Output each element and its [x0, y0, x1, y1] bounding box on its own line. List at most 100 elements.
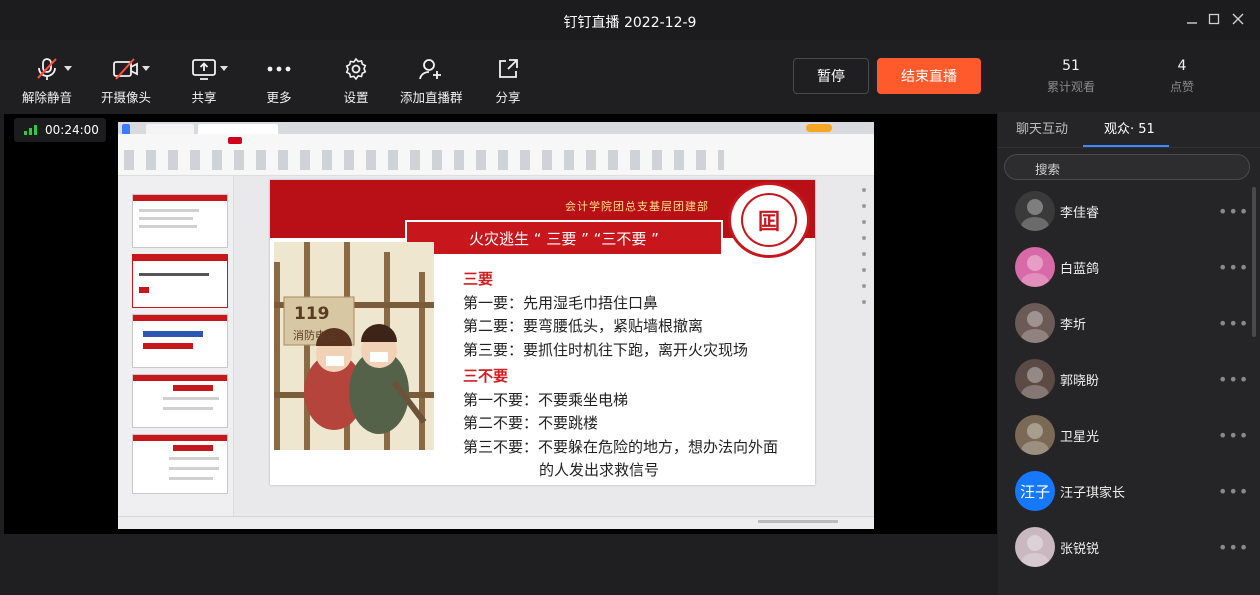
viewer-more-icon[interactable]: ••• [1218, 370, 1249, 389]
share-screen-label: 共享 [191, 90, 217, 105]
active-tab-indicator [1083, 145, 1169, 147]
total-views-label: 累计观看 [1046, 80, 1095, 94]
side-panel: 聊天互动 观众· 51 搜索 李佳睿 ••• 白蓝鸽 ••• 李圻 ••• 郭晓盼 ••• 卫星… [998, 112, 1260, 595]
unmute-label: 解除静音 [22, 90, 73, 105]
live-timer-value: 00:24:00 [45, 123, 99, 137]
slide-banner: 火灾逃生 “ 三要 ” “三不要 ” [405, 220, 723, 256]
end-live-button[interactable]: 结束直播 [877, 58, 981, 94]
more-label: 更多 [266, 90, 292, 105]
section-three-donts: 三不要 [463, 367, 509, 385]
slide-thumbnails [118, 176, 234, 516]
add-live-group-label: 添加直播群 [400, 90, 463, 105]
wps-zoom-slider [758, 520, 838, 523]
likes-stat: 4 点赞 [1127, 58, 1237, 95]
viewer-more-icon[interactable]: ••• [1218, 426, 1249, 445]
share-options-chevron-icon[interactable] [220, 66, 228, 71]
live-timer: 00:24:00 [14, 118, 106, 142]
camera-off-icon [112, 56, 140, 82]
wps-home-tab [122, 124, 130, 134]
pause-button[interactable]: 暂停 [793, 58, 869, 94]
viewer-more-icon[interactable]: ••• [1218, 482, 1249, 501]
slide-org-title: 会计学院团总支基层团建部 [565, 200, 709, 213]
viewer-name: 郭晓盼 [1060, 373, 1100, 389]
current-slide: 会计学院团总支基层团建部 火灾逃生 “ 三要 ” “三不要 ” 囸 119 消防… [270, 180, 815, 485]
mic-options-chevron-icon[interactable] [64, 66, 72, 71]
more-dots-icon [265, 56, 293, 82]
panel-tabs: 聊天互动 观众· 51 [998, 112, 1260, 148]
screen-share-icon [190, 56, 218, 82]
share-link-button[interactable]: 分享 [494, 56, 522, 106]
mic-muted-icon [33, 56, 61, 82]
dont-item-2: 第二不要：不要跳楼 [463, 414, 599, 432]
total-views-stat: 51 累计观看 [1016, 58, 1126, 95]
viewer-row[interactable]: 白蓝鸽 ••• [998, 239, 1260, 295]
fire-escape-illustration [274, 242, 434, 450]
dingtalk-live-window: 钉钉直播 2022-12-9 解除静音 开摄像头 共享 更多 设置 添加直播群 … [0, 0, 1260, 595]
camera-options-chevron-icon[interactable] [142, 66, 150, 71]
wps-start-tab [228, 137, 242, 144]
more-button[interactable]: 更多 [265, 56, 293, 106]
audience-search-input[interactable]: 搜索 [1004, 154, 1250, 180]
wps-ppt-tab [198, 124, 278, 134]
thumb-24 [132, 374, 228, 428]
avatar [1015, 247, 1055, 287]
signal-strength-icon [24, 125, 37, 135]
share-screen-button[interactable]: 共享 [190, 56, 218, 106]
settings-label: 设置 [343, 90, 369, 105]
avatar: 汪子 [1015, 471, 1055, 511]
wps-ribbon-icons [124, 150, 724, 170]
viewer-name: 汪子琪家长 [1060, 485, 1126, 501]
dont-item-3-continued: 的人发出求救信号 [539, 461, 660, 479]
viewer-row[interactable]: 汪子 汪子琪家长 ••• [998, 463, 1260, 519]
tab-chat[interactable]: 聊天互动 [1016, 118, 1068, 137]
viewer-row[interactable]: 李圻 ••• [998, 295, 1260, 351]
add-live-group-button[interactable]: 添加直播群 [400, 56, 463, 106]
phone-label: 消防电话 [293, 329, 337, 342]
gear-icon [342, 56, 370, 82]
viewer-row[interactable]: 郭晓盼 ••• [998, 351, 1260, 407]
viewer-name: 李圻 [1060, 317, 1087, 333]
do-item-1: 第一要：先用湿毛巾捂住口鼻 [463, 293, 659, 312]
avatar [1015, 303, 1055, 343]
seal-glyph: 囸 [741, 193, 797, 247]
viewer-name: 张锐锐 [1060, 541, 1100, 557]
dont-item-1: 第一不要：不要乘坐电梯 [463, 390, 629, 409]
add-group-icon [417, 56, 445, 82]
wps-login-badge [806, 124, 832, 132]
viewer-more-icon[interactable]: ••• [1218, 538, 1249, 557]
maximize-icon[interactable] [1203, 8, 1225, 30]
viewer-name: 卫星光 [1060, 429, 1100, 445]
viewer-row[interactable]: 卫星光 ••• [998, 407, 1260, 463]
external-share-icon [494, 56, 522, 82]
section-three-dos: 三要 [463, 270, 494, 288]
viewer-more-icon[interactable]: ••• [1218, 202, 1249, 221]
viewer-more-icon[interactable]: ••• [1218, 258, 1249, 277]
avatar [1015, 359, 1055, 399]
viewer-list-scrollbar[interactable] [1252, 187, 1256, 337]
window-title: 钉钉直播 2022-12-9 [563, 15, 697, 31]
total-views-count: 51 [1062, 58, 1080, 74]
close-icon[interactable] [1227, 8, 1249, 30]
viewer-row[interactable]: 张锐锐 ••• [998, 519, 1260, 575]
wps-side-tools [858, 182, 870, 342]
minimize-icon[interactable] [1181, 8, 1203, 30]
do-item-3: 第三要：要抓住时机往下跑，离开火灾现场 [463, 340, 749, 359]
camera-button[interactable]: 开摄像头 [101, 56, 151, 106]
avatar [1015, 527, 1055, 567]
likes-label: 点赞 [1169, 80, 1194, 94]
wps-tab-bar [118, 122, 874, 134]
wps-ribbon [118, 134, 874, 176]
share-link-label: 分享 [495, 90, 521, 105]
viewer-row[interactable]: 李佳睿 ••• [998, 183, 1260, 239]
settings-button[interactable]: 设置 [342, 56, 370, 106]
wps-status-bar [118, 516, 874, 529]
slide-body: 三要 第一要：先用湿毛巾捂住口鼻 第二要：要弯腰低头，紧贴墙根撤离 第三要：要抓… [463, 268, 778, 483]
live-toolbar: 解除静音 开摄像头 共享 更多 设置 添加直播群 分享 暂停 结束直播 51 累… [0, 40, 1260, 112]
phone-number: 119 [294, 304, 330, 324]
tab-audience[interactable]: 观众· 51 [1104, 118, 1155, 137]
viewer-more-icon[interactable]: ••• [1218, 314, 1249, 333]
thumb-25 [132, 434, 228, 494]
unmute-button[interactable]: 解除静音 [22, 56, 72, 106]
avatar [1015, 415, 1055, 455]
thumb-21 [132, 194, 228, 248]
